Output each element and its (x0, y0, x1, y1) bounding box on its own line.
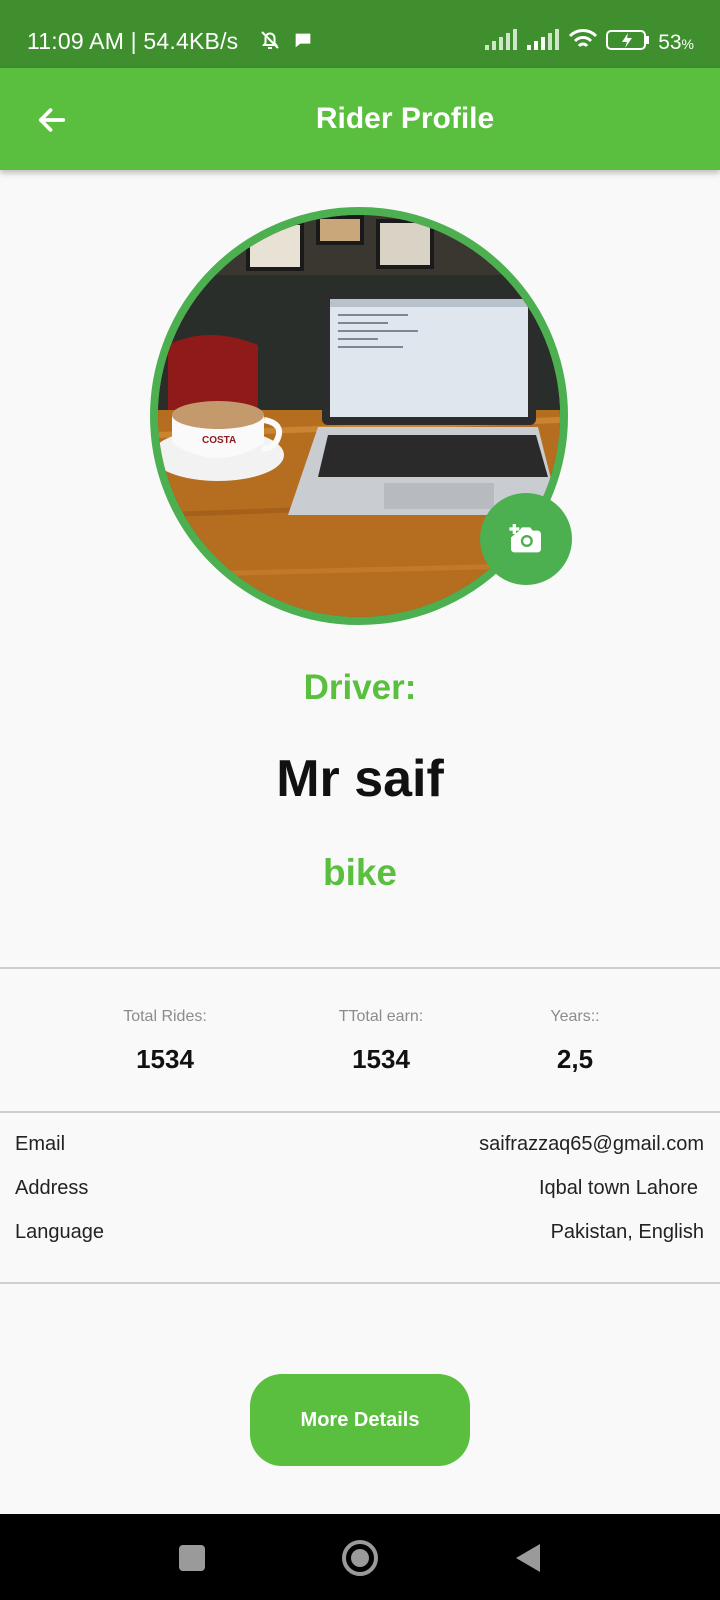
rider-name: Mr saif (276, 750, 444, 808)
driver-label: Driver: (303, 668, 417, 707)
chat-icon (292, 29, 314, 56)
vehicle-type: bike (322, 852, 398, 893)
recents-button[interactable] (170, 1536, 214, 1580)
stat-total-earn: TTotal earn: 1534 (281, 1008, 481, 1075)
info-row-address: Address Iqbal town Lahore (15, 1177, 704, 1207)
info-value: Pakistan, English (550, 1221, 704, 1243)
status-left-icons (258, 28, 314, 57)
bell-off-icon (258, 28, 282, 57)
app-bar: Rider Profile (0, 68, 720, 170)
info-value: saifrazzaq65@gmail.com (479, 1133, 704, 1155)
divider (0, 967, 720, 969)
stat-value: 2,5 (556, 1044, 594, 1074)
system-nav-bar (0, 1514, 720, 1600)
info-row-language: Language Pakistan, English (15, 1221, 704, 1251)
divider (0, 1282, 720, 1284)
add-photo-icon (509, 524, 541, 553)
home-button[interactable] (338, 1536, 382, 1580)
stat-years: Years:: 2,5 (475, 1008, 675, 1075)
signal-icon (526, 29, 560, 57)
wifi-icon (568, 28, 598, 58)
change-photo-button[interactable] (480, 493, 572, 585)
page-title: Rider Profile (315, 102, 495, 135)
battery-percent: 53% (658, 31, 694, 54)
svg-text:COSTA: COSTA (202, 435, 236, 446)
battery-charging-icon (606, 29, 650, 57)
circle-icon (342, 1540, 378, 1576)
info-value: Iqbal town Lahore (538, 1177, 698, 1199)
stat-value: 1534 (136, 1044, 194, 1074)
stat-label: Total Rides: (123, 1008, 207, 1025)
stat-value: 1534 (352, 1044, 410, 1074)
divider (0, 1111, 720, 1113)
more-details-button[interactable]: More Details (250, 1374, 470, 1466)
info-row-email: Email saifrazzaq65@gmail.com (15, 1133, 704, 1163)
triangle-back-icon (516, 1544, 540, 1572)
signal-icon (484, 29, 518, 57)
status-right-icons: 53% (484, 28, 694, 58)
stat-total-rides: Total Rides: 1534 (65, 1008, 265, 1075)
profile-avatar-container: COSTA (150, 207, 572, 625)
stat-label: TTotal earn: (338, 1008, 424, 1025)
info-label: Email (15, 1133, 66, 1155)
status-time: 11:09 AM | 54.4KB/s (27, 28, 239, 54)
stat-label: Years:: (550, 1008, 600, 1025)
status-bar: 11:09 AM | 54.4KB/s 53% (0, 0, 720, 68)
info-label: Address (15, 1177, 89, 1199)
info-label: Language (15, 1221, 104, 1243)
back-nav-button[interactable] (506, 1536, 550, 1580)
square-icon (179, 1545, 205, 1571)
